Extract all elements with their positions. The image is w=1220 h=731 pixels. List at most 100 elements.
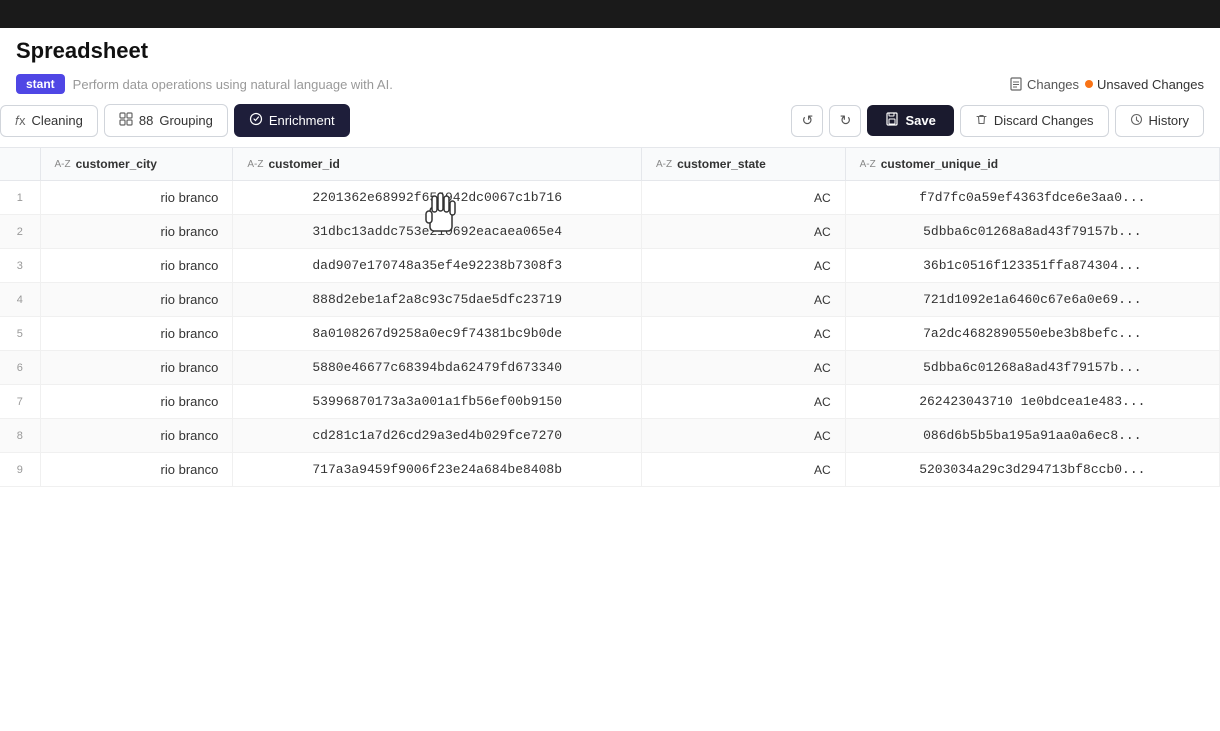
table-row: 7rio branco53996870173a3a001a1fb56ef00b9… — [0, 385, 1220, 419]
changes-group: Changes Unsaved Changes — [1009, 77, 1204, 92]
enrichment-button[interactable]: Enrichment — [234, 104, 350, 137]
table-cell: 262423043710 1e0bdcea1e483... — [845, 385, 1219, 419]
col-city-label: customer_city — [76, 157, 157, 171]
table-cell: f7d7fc0a59ef4363fdce6e3aa0... — [845, 181, 1219, 215]
data-table-wrapper: A-Z customer_city A-Z customer_id A-Z cu… — [0, 147, 1220, 731]
table-cell: AC — [642, 385, 846, 419]
table-cell: rio branco — [40, 317, 233, 351]
table-body: 1rio branco2201362e68992f654942dc0067c1b… — [0, 181, 1220, 487]
table-cell: rio branco — [40, 215, 233, 249]
table-cell: 5dbba6c01268a8ad43f79157b... — [845, 215, 1219, 249]
row-number: 4 — [0, 283, 40, 317]
cleaning-button[interactable]: 𝑓x Cleaning — [0, 105, 98, 137]
table-cell: 8a0108267d9258a0ec9f74381bc9b0de — [233, 317, 642, 351]
top-bar — [0, 0, 1220, 28]
row-number-header — [0, 148, 40, 181]
toolbar: 𝑓x Cleaning 88 Grouping Enrichment ↺ ↻ S… — [0, 104, 1220, 147]
table-cell: 717a3a9459f9006f23e24a684be8408b — [233, 453, 642, 487]
table-cell: 721d1092e1a6460c67e6a0e69... — [845, 283, 1219, 317]
table-cell: AC — [642, 283, 846, 317]
table-cell: rio branco — [40, 181, 233, 215]
table-cell: AC — [642, 181, 846, 215]
az-icon-id: A-Z — [247, 159, 263, 170]
table-cell: 5dbba6c01268a8ad43f79157b... — [845, 351, 1219, 385]
table-header: A-Z customer_city A-Z customer_id A-Z cu… — [0, 148, 1220, 181]
table-cell: 36b1c0516f123351ffa874304... — [845, 249, 1219, 283]
table-cell: rio branco — [40, 249, 233, 283]
history-button[interactable]: History — [1115, 105, 1204, 137]
col-header-city: A-Z customer_city — [40, 148, 233, 181]
table-row: 5rio branco8a0108267d9258a0ec9f74381bc9b… — [0, 317, 1220, 351]
function-icon: 𝑓x — [15, 113, 26, 129]
table-cell: 2201362e68992f654942dc0067c1b716 — [233, 181, 642, 215]
az-icon: A-Z — [55, 159, 71, 170]
table-cell: 086d6b5b5ba195a91aa0a6ec8... — [845, 419, 1219, 453]
table-cell: rio branco — [40, 351, 233, 385]
ai-placeholder: Perform data operations using natural la… — [73, 77, 393, 92]
ai-bar: stant Perform data operations using natu… — [16, 74, 1204, 94]
trash-icon — [975, 113, 988, 129]
az-icon-uid: A-Z — [860, 159, 876, 170]
row-number: 5 — [0, 317, 40, 351]
row-number: 1 — [0, 181, 40, 215]
row-number: 7 — [0, 385, 40, 419]
table-cell: 53996870173a3a001a1fb56ef00b9150 — [233, 385, 642, 419]
col-header-state: A-Z customer_state — [642, 148, 846, 181]
az-icon-state: A-Z — [656, 159, 672, 170]
data-table: A-Z customer_city A-Z customer_id A-Z cu… — [0, 148, 1220, 487]
undo-icon: ↺ — [802, 112, 814, 129]
table-row: 2rio branco31dbc13addc753e210692eacaea06… — [0, 215, 1220, 249]
table-cell: dad907e170748a35ef4e92238b7308f3 — [233, 249, 642, 283]
enrichment-icon — [249, 112, 263, 129]
save-button[interactable]: Save — [867, 105, 953, 136]
table-row: 8rio brancocd281c1a7d26cd29a3ed4b029fce7… — [0, 419, 1220, 453]
row-number: 2 — [0, 215, 40, 249]
table-cell: rio branco — [40, 385, 233, 419]
col-id-label: customer_id — [268, 157, 339, 171]
col-uid-label: customer_unique_id — [881, 157, 998, 171]
unsaved-dot — [1085, 80, 1093, 88]
history-icon — [1130, 113, 1143, 129]
row-number: 6 — [0, 351, 40, 385]
table-cell: 888d2ebe1af2a8c93c75dae5dfc23719 — [233, 283, 642, 317]
row-number: 3 — [0, 249, 40, 283]
table-cell: 31dbc13addc753e210692eacaea065e4 — [233, 215, 642, 249]
table-cell: AC — [642, 453, 846, 487]
table-cell: AC — [642, 351, 846, 385]
table-row: 3rio brancodad907e170748a35ef4e92238b730… — [0, 249, 1220, 283]
col-header-unique-id: A-Z customer_unique_id — [845, 148, 1219, 181]
file-icon — [1009, 77, 1023, 91]
save-icon — [885, 112, 899, 129]
table-cell: 7a2dc4682890550ebe3b8befc... — [845, 317, 1219, 351]
table-cell: cd281c1a7d26cd29a3ed4b029fce7270 — [233, 419, 642, 453]
table-cell: rio branco — [40, 419, 233, 453]
grouping-icon — [119, 112, 133, 129]
table-cell: AC — [642, 249, 846, 283]
unsaved-changes-badge: Unsaved Changes — [1085, 77, 1204, 92]
table-cell: AC — [642, 215, 846, 249]
table-row: 4rio branco888d2ebe1af2a8c93c75dae5dfc23… — [0, 283, 1220, 317]
table-cell: AC — [642, 317, 846, 351]
table-cell: rio branco — [40, 283, 233, 317]
redo-icon: ↻ — [840, 112, 852, 129]
ai-tag: stant — [16, 74, 65, 94]
grouping-count: 88 — [139, 113, 153, 128]
header: Spreadsheet stant Perform data operation… — [0, 28, 1220, 94]
redo-button[interactable]: ↻ — [829, 105, 861, 137]
col-state-label: customer_state — [677, 157, 766, 171]
undo-button[interactable]: ↺ — [791, 105, 823, 137]
table-cell: rio branco — [40, 453, 233, 487]
row-number: 8 — [0, 419, 40, 453]
table-row: 6rio branco5880e46677c68394bda62479fd673… — [0, 351, 1220, 385]
table-cell: AC — [642, 419, 846, 453]
app-title: Spreadsheet — [16, 38, 1204, 64]
table-row: 1rio branco2201362e68992f654942dc0067c1b… — [0, 181, 1220, 215]
table-cell: 5880e46677c68394bda62479fd673340 — [233, 351, 642, 385]
grouping-button[interactable]: 88 Grouping — [104, 104, 228, 137]
row-number: 9 — [0, 453, 40, 487]
col-header-id: A-Z customer_id — [233, 148, 642, 181]
changes-label: Changes — [1009, 77, 1079, 92]
table-cell: 5203034a29c3d294713bf8ccb0... — [845, 453, 1219, 487]
discard-button[interactable]: Discard Changes — [960, 105, 1109, 137]
table-row: 9rio branco717a3a9459f9006f23e24a684be84… — [0, 453, 1220, 487]
